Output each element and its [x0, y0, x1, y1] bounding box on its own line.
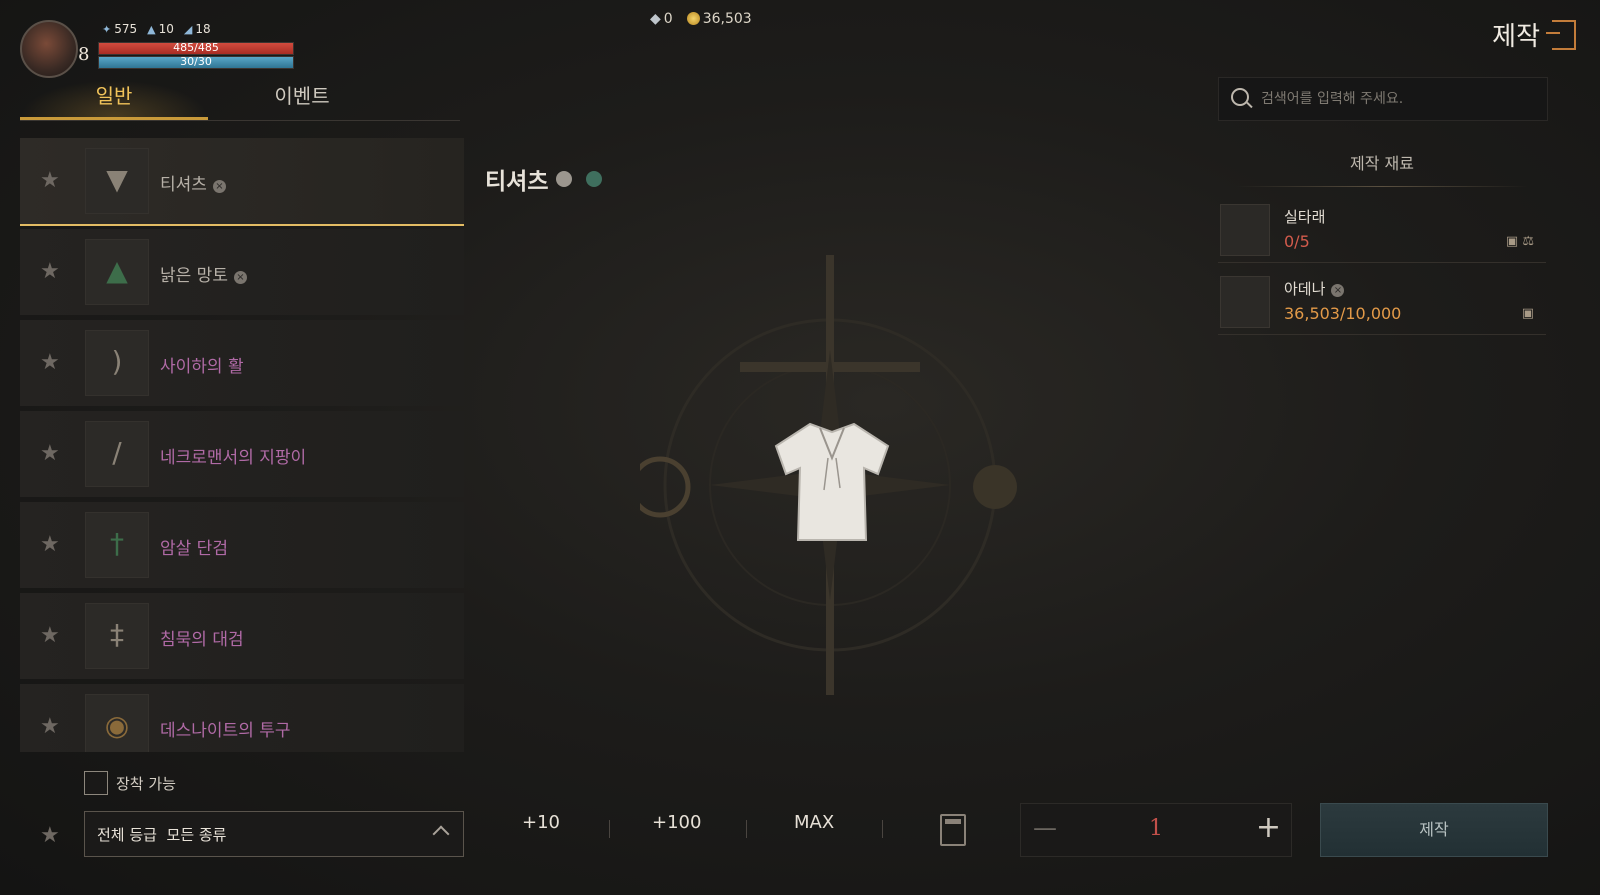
bow-icon: ) — [85, 330, 149, 396]
quantity-stepper[interactable]: — 1 + — [1020, 803, 1292, 857]
coin-icon — [686, 12, 700, 25]
stat-1: ✦ 575 — [102, 22, 138, 36]
list-item[interactable]: ★ ▲ 낡은 망토 × — [20, 229, 464, 315]
shop-scale-icon[interactable]: ▣ ⚖ — [1506, 234, 1534, 249]
trade-lock-icon — [556, 171, 573, 187]
plus-button[interactable]: + — [1256, 810, 1281, 845]
divider — [609, 820, 610, 838]
material-row[interactable]: 실타래 0/5 ▣ ⚖ — [1218, 198, 1546, 263]
mp-bar: 30/30 — [98, 55, 294, 69]
shop-icon[interactable]: ▣ — [1522, 306, 1534, 321]
exit-icon[interactable] — [1546, 20, 1576, 50]
item-name: 낡은 망토 × — [160, 261, 247, 286]
trade-lock-icon: × — [212, 180, 226, 193]
item-name: 티셔츠 × — [160, 170, 226, 195]
favorite-star-icon[interactable]: ★ — [40, 623, 60, 648]
equippable-checkbox[interactable] — [84, 771, 108, 795]
material-amount: 36,503/10,000 — [1284, 304, 1402, 323]
greatsword-icon: ‡ — [85, 603, 149, 669]
list-item[interactable]: ★ / 네크로맨서의 지팡이 — [20, 411, 464, 497]
grade-type-filter[interactable]: 전체 등급 모든 종류 — [84, 811, 464, 857]
helmet-icon: ◉ — [85, 694, 149, 752]
thread-icon — [1220, 204, 1270, 256]
calculator-icon[interactable] — [940, 814, 966, 846]
equippable-label: 장착 가능 — [116, 775, 176, 793]
favorite-star-icon[interactable]: ★ — [40, 350, 60, 375]
item-name: 네크로맨서의 지팡이 — [160, 448, 307, 468]
search-icon — [1231, 88, 1249, 106]
material-row[interactable]: 아데나 × 36,503/10,000 ▣ — [1218, 270, 1546, 335]
success-rate-icon[interactable] — [586, 171, 603, 187]
item-name: 암살 단검 — [160, 539, 228, 559]
feather-icon: ✦ — [102, 22, 112, 36]
dagger-icon: † — [85, 512, 149, 578]
favorites-filter-star-icon[interactable]: ★ — [40, 823, 60, 848]
favorite-star-icon[interactable]: ★ — [40, 532, 60, 557]
recipe-list[interactable]: ★ ▼ 티셔츠 × ★ ▲ 낡은 망토 × ★ ) 사이하의 활 ★ / 네크로맨서… — [20, 138, 464, 752]
materials-title: 제작 재료 — [1350, 154, 1414, 173]
adena-coins-icon — [1220, 276, 1270, 328]
divider — [882, 820, 883, 838]
type-select-value: 모든 종류 — [166, 826, 227, 844]
screen-title: 제작 — [1492, 22, 1540, 52]
tab-event[interactable]: 이벤트 — [208, 80, 396, 120]
plus-10-button[interactable]: +10 — [522, 812, 560, 833]
list-item[interactable]: ★ ◉ 데스나이트의 투구 — [20, 684, 464, 752]
character-stats: ✦ 575 ▲ 10 ◢ 18 — [102, 22, 211, 36]
max-button[interactable]: MAX — [794, 812, 834, 833]
gem-count: ◆ 0 — [650, 11, 673, 27]
material-amount: 0/5 — [1284, 232, 1310, 251]
gem-icon: ◆ — [650, 11, 661, 27]
character-avatar[interactable] — [20, 20, 78, 78]
staff-icon: / — [85, 421, 149, 487]
material-name: 아데나 × — [1284, 278, 1345, 299]
chevron-up-icon — [432, 825, 450, 843]
category-tabs: 일반 이벤트 — [20, 80, 460, 121]
item-name: 데스나이트의 투구 — [160, 721, 291, 741]
quantity-value: 1 — [1149, 816, 1163, 841]
list-item[interactable]: ★ † 암살 단검 — [20, 502, 464, 588]
character-level: 8 — [78, 44, 90, 65]
wing-icon: ◢ — [183, 22, 193, 36]
currency-display: ◆ 0 36,503 — [650, 11, 752, 27]
cloak-icon: ▲ — [85, 239, 149, 305]
craft-button[interactable]: 제작 — [1320, 803, 1548, 857]
favorite-star-icon[interactable]: ★ — [40, 441, 60, 466]
list-item[interactable]: ★ ▼ 티셔츠 × — [20, 138, 464, 226]
gold-count: 36,503 — [686, 11, 752, 27]
material-name: 실타래 — [1284, 208, 1326, 226]
stat-2: ▲ 10 — [147, 22, 174, 36]
plus-100-button[interactable]: +100 — [652, 812, 701, 833]
favorite-star-icon[interactable]: ★ — [40, 168, 60, 193]
selected-item-title: 티셔츠 — [485, 162, 603, 196]
stat-3: ◢ 18 — [183, 22, 211, 36]
divider — [1236, 186, 1528, 187]
item-name: 침묵의 대검 — [160, 630, 244, 650]
divider — [746, 820, 747, 838]
tshirt-icon: ▼ — [85, 148, 149, 214]
list-item[interactable]: ★ ‡ 침묵의 대검 — [20, 593, 464, 679]
trade-lock-icon: × — [233, 271, 247, 284]
favorite-star-icon[interactable]: ★ — [40, 714, 60, 739]
favorite-star-icon[interactable]: ★ — [40, 259, 60, 284]
armor-icon: ▲ — [147, 22, 156, 36]
search-box[interactable] — [1218, 77, 1548, 121]
tab-general[interactable]: 일반 — [20, 80, 208, 120]
tshirt-preview-image — [774, 422, 890, 541]
item-name: 사이하의 활 — [160, 357, 244, 377]
grade-select-value: 전체 등급 — [97, 826, 157, 844]
list-item[interactable]: ★ ) 사이하의 활 — [20, 320, 464, 406]
trade-lock-icon: × — [1331, 284, 1345, 297]
hp-bar: 485/485 — [98, 41, 294, 55]
search-input[interactable] — [1259, 86, 1533, 112]
